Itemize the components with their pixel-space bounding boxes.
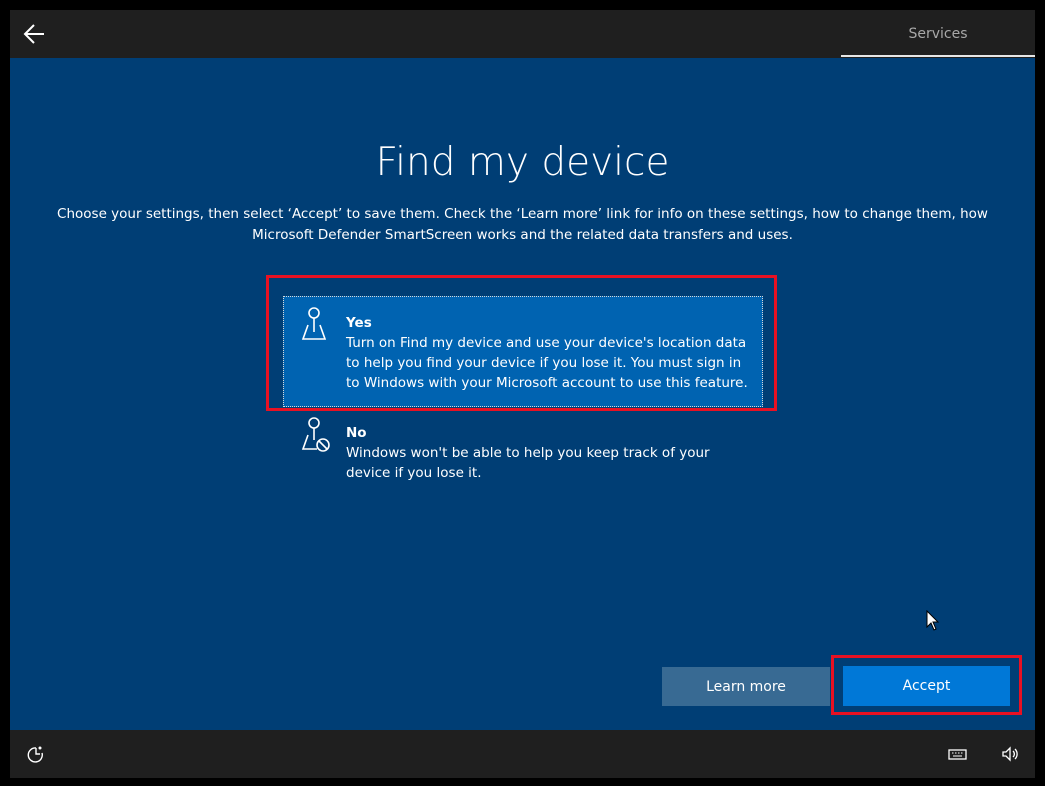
top-bar: Services (10, 10, 1035, 57)
page-title: Find my device (375, 140, 670, 185)
option-no-heading: No (346, 425, 367, 441)
option-yes-text: Yes Turn on Find my device and use your … (346, 313, 756, 393)
ease-of-access-button[interactable] (25, 744, 47, 764)
option-no[interactable]: No Windows won't be able to help you kee… (283, 410, 763, 490)
mouse-cursor-icon (926, 610, 940, 631)
volume-icon (1002, 746, 1018, 762)
option-no-description: Windows won't be able to help you keep t… (346, 445, 710, 481)
keyboard-icon (948, 749, 967, 760)
tab-services-indicator (841, 55, 1035, 57)
option-yes[interactable]: Yes Turn on Find my device and use your … (283, 296, 763, 407)
back-button[interactable] (22, 22, 48, 46)
learn-more-button[interactable]: Learn more (662, 667, 830, 706)
volume-button[interactable] (1000, 744, 1022, 764)
location-pin-icon (301, 307, 327, 340)
oobe-window: Services Find my device Choose your sett… (10, 10, 1035, 778)
tab-services-label: Services (908, 25, 968, 42)
keyboard-button[interactable] (947, 744, 969, 764)
arrow-left-icon (23, 24, 44, 44)
page-description: Choose your settings, then select ‘Accep… (57, 206, 988, 243)
ease-of-access-icon (27, 746, 43, 763)
main-content: Find my device Choose your settings, the… (10, 58, 1035, 730)
option-no-text: No Windows won't be able to help you kee… (346, 423, 756, 483)
tab-services[interactable]: Services (841, 10, 1035, 57)
option-yes-description: Turn on Find my device and use your devi… (346, 335, 748, 391)
location-pin-blocked-icon (301, 417, 330, 452)
accept-button[interactable]: Accept (843, 666, 1010, 706)
option-yes-heading: Yes (346, 315, 372, 331)
bottom-bar (10, 730, 1035, 778)
